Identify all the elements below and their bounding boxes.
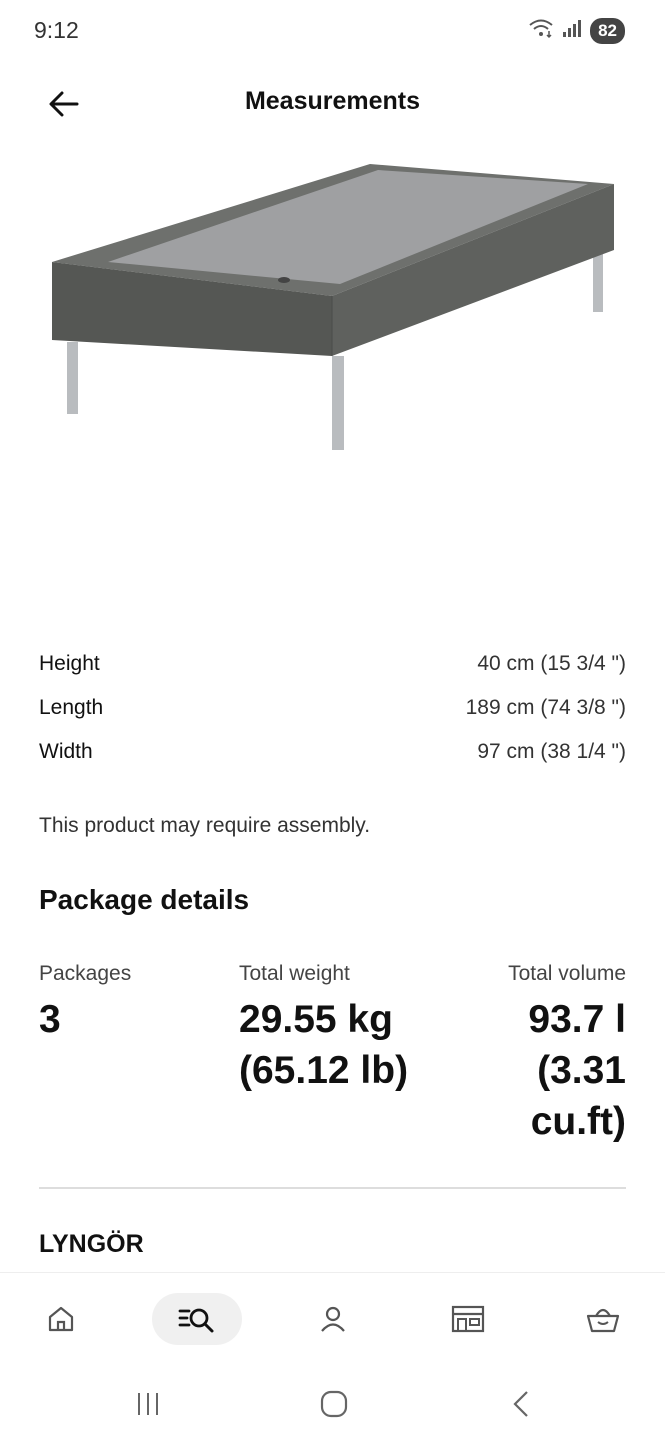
total-volume-value: 93.7 l xyxy=(528,998,626,1041)
nav-basket[interactable] xyxy=(570,1293,636,1345)
system-nav xyxy=(0,1364,665,1440)
recent-apps-icon xyxy=(138,1393,158,1415)
basket-icon xyxy=(586,1308,620,1333)
assembly-note: This product may require assembly. xyxy=(39,814,371,837)
nav-search[interactable] xyxy=(152,1293,242,1345)
measurement-row-length: Length 189 cm (74 3/8 ") xyxy=(39,686,626,730)
measurement-row-height: Height 40 cm (15 3/4 ") xyxy=(39,642,626,686)
status-bar: 9:12 82 xyxy=(0,0,665,62)
chevron-left-icon xyxy=(513,1391,528,1417)
total-volume-column: Total volume 93.7 l (3.31 cu.ft) xyxy=(446,962,626,1147)
total-volume-value-imperial: (3.31 xyxy=(537,1049,626,1092)
packages-value: 3 xyxy=(39,998,61,1041)
total-weight-column: Total weight 29.55 kg (65.12 lb) xyxy=(239,962,459,1096)
total-weight-label: Total weight xyxy=(239,962,350,985)
system-back-button[interactable] xyxy=(492,1384,552,1424)
bottom-nav xyxy=(0,1272,665,1364)
search-list-icon xyxy=(178,1308,214,1333)
wifi-icon xyxy=(528,17,554,44)
home-icon xyxy=(48,1306,74,1332)
measurement-label: Height xyxy=(39,652,100,675)
packages-column: Packages 3 xyxy=(39,962,219,1045)
status-icons: 82 xyxy=(528,17,625,44)
battery-indicator: 82 xyxy=(590,17,625,44)
recent-apps-button[interactable] xyxy=(118,1384,178,1424)
total-weight-value-imperial: (65.12 lb) xyxy=(239,1049,409,1092)
measurement-label: Length xyxy=(39,696,104,719)
total-volume-label: Total volume xyxy=(508,962,626,985)
home-circle-icon xyxy=(320,1390,348,1418)
total-weight-value: 29.55 kg xyxy=(239,998,393,1041)
measurement-value: 189 cm (74 3/8 ") xyxy=(465,696,626,719)
package-details-title: Package details xyxy=(39,884,250,915)
measurement-value: 40 cm (15 3/4 ") xyxy=(477,652,626,675)
status-time: 9:12 xyxy=(34,17,79,43)
nav-store[interactable] xyxy=(435,1293,501,1345)
measurements-list: Height 40 cm (15 3/4 ") Length 189 cm (7… xyxy=(39,642,626,774)
product-name: LYNGÖR xyxy=(39,1230,144,1258)
packages-label: Packages xyxy=(39,962,132,985)
nav-home[interactable] xyxy=(28,1293,94,1345)
product-image xyxy=(40,150,625,470)
nav-profile[interactable] xyxy=(300,1293,366,1345)
store-icon xyxy=(451,1305,485,1333)
divider xyxy=(39,1187,626,1189)
signal-icon xyxy=(562,18,582,43)
total-volume-value-unit: cu.ft) xyxy=(530,1100,626,1143)
measurement-row-width: Width 97 cm (38 1/4 ") xyxy=(39,730,626,774)
measurement-value: 97 cm (38 1/4 ") xyxy=(477,740,626,763)
app-header: Measurements xyxy=(0,62,665,148)
profile-icon xyxy=(321,1306,345,1332)
measurement-label: Width xyxy=(39,740,93,763)
system-home-button[interactable] xyxy=(304,1384,364,1424)
page-title: Measurements xyxy=(244,87,421,115)
